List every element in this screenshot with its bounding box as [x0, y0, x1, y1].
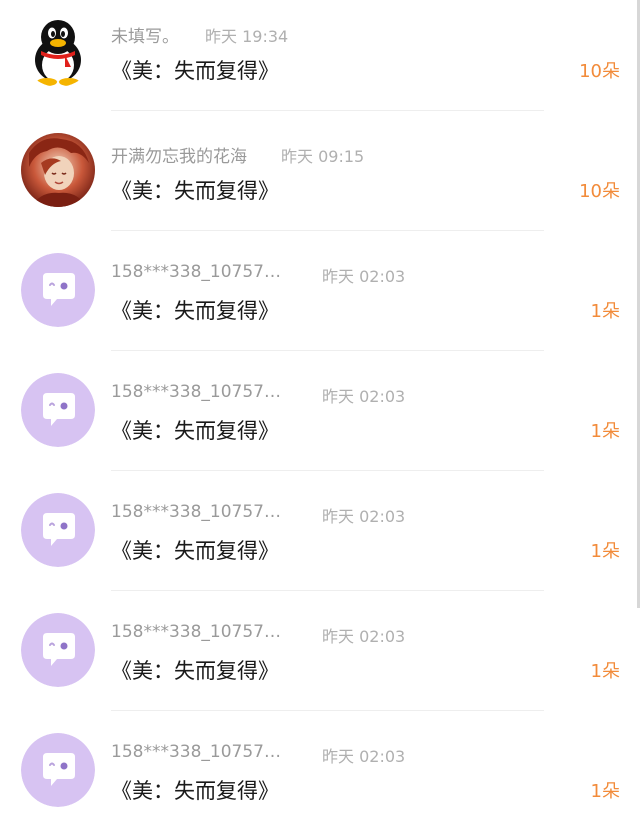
chat-bubble-icon [21, 493, 95, 567]
gift-title: 《美：失而复得》 [111, 779, 279, 803]
chat-bubble-icon [21, 253, 95, 327]
flower-count: 1朵 [590, 301, 620, 322]
timestamp: 昨天 19:34 [205, 27, 289, 46]
chat-bubble-icon [21, 733, 95, 807]
flower-count: 1朵 [590, 781, 620, 802]
gift-record-list: 未填写。 昨天 19:34 《美：失而复得》 10朵 开满勿忘我的花海 昨天 0… [0, 0, 640, 821]
flower-count: 10朵 [579, 181, 620, 202]
divider [111, 230, 544, 231]
list-item[interactable]: 158***338_10757… 昨天 02:03 《美：失而复得》 1朵 [0, 360, 640, 480]
sender-name: 158***338_10757… [111, 622, 281, 642]
list-item[interactable]: 158***338_10757… 昨天 02:03 《美：失而复得》 1朵 [0, 600, 640, 720]
avatar[interactable] [21, 133, 95, 207]
flower-count: 10朵 [579, 61, 620, 82]
timestamp: 昨天 02:03 [322, 387, 406, 406]
timestamp: 昨天 09:15 [281, 147, 365, 166]
avatar[interactable] [21, 373, 95, 447]
sender-name: 158***338_10757… [111, 502, 281, 522]
list-item[interactable]: 158***338_10757… 昨天 02:03 《美：失而复得》 1朵 [0, 480, 640, 600]
gift-title: 《美：失而复得》 [111, 659, 279, 683]
avatar[interactable] [21, 493, 95, 567]
divider [111, 470, 544, 471]
list-item[interactable]: 158***338_10757… 昨天 02:03 《美：失而复得》 1朵 [0, 240, 640, 360]
flower-count: 1朵 [590, 541, 620, 562]
sender-name: 158***338_10757… [111, 382, 281, 402]
gift-title: 《美：失而复得》 [111, 299, 279, 323]
sender-name: 未填写。 [111, 27, 179, 47]
sender-name: 开满勿忘我的花海 [111, 147, 247, 167]
list-item[interactable]: 开满勿忘我的花海 昨天 09:15 《美：失而复得》 10朵 [0, 120, 640, 240]
gift-title: 《美：失而复得》 [111, 179, 279, 203]
gift-title: 《美：失而复得》 [111, 59, 279, 83]
gift-title: 《美：失而复得》 [111, 539, 279, 563]
chat-bubble-icon [21, 613, 95, 687]
timestamp: 昨天 02:03 [322, 627, 406, 646]
list-item[interactable]: 未填写。 昨天 19:34 《美：失而复得》 10朵 [0, 0, 640, 120]
timestamp: 昨天 02:03 [322, 747, 406, 766]
divider [111, 350, 544, 351]
timestamp: 昨天 02:03 [322, 507, 406, 526]
chat-bubble-icon [21, 373, 95, 447]
timestamp: 昨天 02:03 [322, 267, 406, 286]
avatar[interactable] [21, 253, 95, 327]
avatar[interactable] [21, 13, 95, 87]
avatar[interactable] [21, 733, 95, 807]
sender-name: 158***338_10757… [111, 262, 281, 282]
divider [111, 590, 544, 591]
divider [111, 110, 544, 111]
list-item[interactable]: 158***338_10757… 昨天 02:03 《美：失而复得》 1朵 [0, 720, 640, 821]
flower-count: 1朵 [590, 661, 620, 682]
illustrated-character-avatar [21, 133, 95, 207]
avatar[interactable] [21, 613, 95, 687]
divider [111, 710, 544, 711]
sender-name: 158***338_10757… [111, 742, 281, 762]
flower-count: 1朵 [590, 421, 620, 442]
gift-title: 《美：失而复得》 [111, 419, 279, 443]
qq-penguin-icon [21, 13, 95, 87]
